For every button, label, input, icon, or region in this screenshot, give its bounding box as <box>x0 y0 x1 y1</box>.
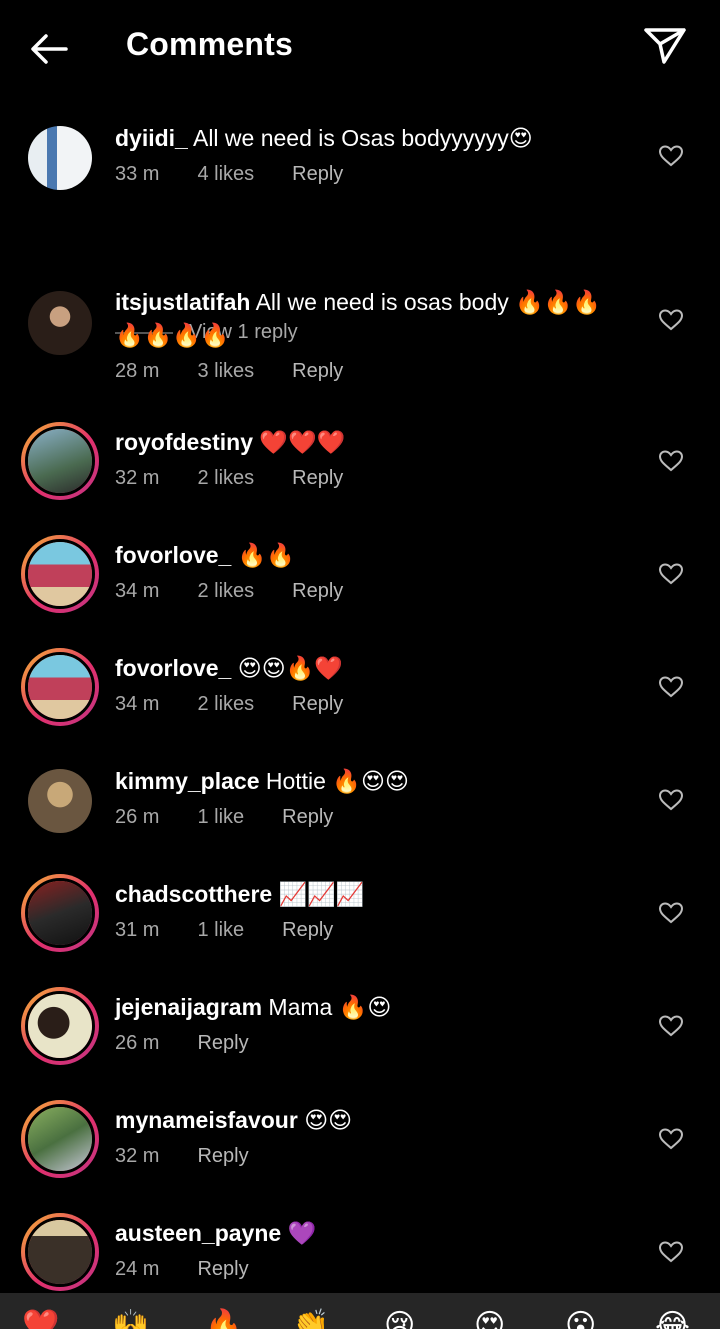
comment-text: 😍😍 <box>304 1107 353 1133</box>
avatar[interactable] <box>21 874 99 952</box>
emoji-surprised[interactable]: 😮 <box>565 1311 596 1329</box>
emoji-clap[interactable]: 👏 <box>292 1311 329 1329</box>
comment-text-continued: 🔥🔥🔥🔥 <box>115 322 230 348</box>
reply-button[interactable]: Reply <box>197 1258 248 1281</box>
comment-username[interactable]: fovorlove_ <box>115 542 231 568</box>
reply-button[interactable]: Reply <box>292 467 343 490</box>
avatar[interactable] <box>21 987 99 1065</box>
avatar-image <box>28 1107 92 1171</box>
reply-button[interactable]: Reply <box>282 919 333 942</box>
comment-likes[interactable]: 2 likes <box>197 693 254 716</box>
send-icon[interactable] <box>640 22 690 68</box>
avatar[interactable] <box>21 535 99 613</box>
comment-likes[interactable]: 2 likes <box>197 467 254 490</box>
comment-username[interactable]: austeen_payne <box>115 1220 281 1246</box>
comment-time: 33 m <box>115 163 160 185</box>
comment-time: 32 m <box>115 467 160 489</box>
comment-username[interactable]: itsjustlatifah <box>115 289 250 315</box>
heart-icon[interactable] <box>658 308 684 332</box>
comment-text: 📈📈📈 <box>278 881 365 907</box>
heart-icon[interactable] <box>658 449 684 473</box>
comment-likes[interactable]: 1 like <box>197 919 244 942</box>
comment-time: 31 m <box>115 919 160 941</box>
comment-likes[interactable]: 3 likes <box>197 360 254 383</box>
comment-text: 🔥🔥 <box>237 542 295 568</box>
emoji-fire[interactable]: 🔥 <box>205 1311 242 1329</box>
reply-button[interactable]: Reply <box>292 163 343 186</box>
reply-button[interactable]: Reply <box>292 580 343 603</box>
comment-text: Mama 🔥😍 <box>268 994 392 1020</box>
comment-time: 34 m <box>115 580 160 602</box>
avatar-image <box>28 126 92 190</box>
comment-username[interactable]: fovorlove_ <box>115 655 231 681</box>
comment-time: 34 m <box>115 693 160 715</box>
heart-icon[interactable] <box>658 1127 684 1151</box>
comment-text: 😍😍🔥❤️ <box>237 655 343 681</box>
avatar-image <box>28 881 92 945</box>
heart-icon[interactable] <box>658 788 684 812</box>
emoji-heart[interactable]: ❤️ <box>22 1311 59 1329</box>
comment-likes[interactable]: 2 likes <box>197 580 254 603</box>
comment-username[interactable]: kimmy_place <box>115 768 259 794</box>
avatar-image <box>28 291 92 355</box>
comment-text: ❤️❤️❤️ <box>259 429 346 455</box>
emoji-quick-reaction-bar: ❤️ 🙌 🔥 👏 😢 😍 😮 😂 <box>0 1293 720 1329</box>
comment-text: 💜 <box>287 1220 317 1246</box>
reply-button[interactable]: Reply <box>282 806 333 829</box>
comment-username[interactable]: dyiidi_ <box>115 125 188 151</box>
comment-username[interactable]: jejenaijagram <box>115 994 262 1020</box>
comment-time: 28 m <box>115 360 160 382</box>
comment-text: All we need is Osas bodyyyyyy😍 <box>192 125 533 151</box>
comment-likes[interactable]: 1 like <box>197 806 244 829</box>
avatar[interactable] <box>21 1100 99 1178</box>
comment-time: 24 m <box>115 1258 160 1280</box>
reply-button[interactable]: Reply <box>292 360 343 383</box>
avatar-image <box>28 429 92 493</box>
back-arrow-icon[interactable] <box>26 26 72 72</box>
comment-username[interactable]: chadscotthere <box>115 881 272 907</box>
avatar[interactable] <box>28 769 92 833</box>
heart-icon[interactable] <box>658 1014 684 1038</box>
comment-time: 26 m <box>115 806 160 828</box>
comment-username[interactable]: mynameisfavour <box>115 1107 298 1133</box>
avatar-image <box>28 1220 92 1284</box>
emoji-crying[interactable]: 😢 <box>384 1311 415 1329</box>
comment-text: Hottie 🔥😍😍 <box>265 768 409 794</box>
comment-likes[interactable]: 4 likes <box>197 163 254 186</box>
reply-button[interactable]: Reply <box>292 693 343 716</box>
avatar[interactable] <box>21 422 99 500</box>
reply-button[interactable]: Reply <box>197 1145 248 1168</box>
avatar[interactable] <box>28 126 92 190</box>
avatar-image <box>28 655 92 719</box>
avatar[interactable] <box>28 291 92 355</box>
heart-icon[interactable] <box>658 901 684 925</box>
emoji-raised-hands[interactable]: 🙌 <box>112 1311 149 1329</box>
emoji-heart-eyes[interactable]: 😍 <box>474 1311 505 1329</box>
avatar-image <box>28 769 92 833</box>
reply-button[interactable]: Reply <box>197 1032 248 1055</box>
avatar-image <box>28 994 92 1058</box>
heart-icon[interactable] <box>658 562 684 586</box>
header: Comments <box>0 0 720 96</box>
comment-username[interactable]: royofdestiny <box>115 429 253 455</box>
heart-icon[interactable] <box>658 675 684 699</box>
avatar[interactable] <box>21 648 99 726</box>
heart-icon[interactable] <box>658 1240 684 1264</box>
heart-icon[interactable] <box>658 144 684 168</box>
comment-time: 32 m <box>115 1145 160 1167</box>
emoji-laughing[interactable]: 😂 <box>655 1311 690 1329</box>
avatar-image <box>28 542 92 606</box>
avatar[interactable] <box>21 1213 99 1291</box>
comment-time: 26 m <box>115 1032 160 1054</box>
page-title: Comments <box>126 26 293 62</box>
comment-text: All we need is osas body 🔥🔥🔥 <box>255 289 602 315</box>
